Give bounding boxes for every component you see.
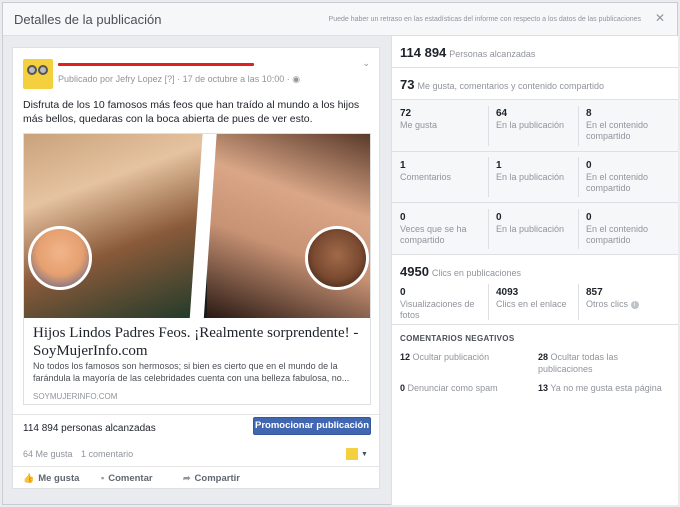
hide-all-posts: 28 Ocultar todas las publicaciones <box>538 352 619 374</box>
close-icon[interactable]: ✕ <box>655 11 665 25</box>
link-clicks: 4093 Clics en el enlace <box>496 287 567 309</box>
post-text: Disfruta de los 10 famosos más feos que … <box>23 99 360 125</box>
published-by-label: Publicado por <box>58 74 114 84</box>
likes-on-shares: 8 En el contenido compartido <box>586 108 649 141</box>
shares-total: 0 Veces que se ha compartido <box>400 212 467 245</box>
engagement-summary: 73 Me gusta, comentarios y contenido comp… <box>400 76 680 94</box>
info-icon[interactable]: i <box>630 300 639 309</box>
post-meta: Publicado por Jefry Lopez [?] · 17 de oc… <box>58 74 300 85</box>
divider <box>392 254 678 255</box>
comments-count[interactable]: 1 comentario <box>81 449 133 459</box>
inset-photo-left <box>28 226 92 290</box>
insights-panel: 114 894 Personas alcanzadas 73 Me gusta, c… <box>391 36 678 505</box>
delay-notice: Puede haber un retraso en las estadístic… <box>328 16 641 23</box>
photo-views: 0 Visualizaciones de fotos <box>400 287 475 320</box>
hide-post: 12 Ocultar publicación <box>400 352 490 362</box>
comment-button[interactable]: ▪ Comentar <box>101 473 153 484</box>
engagement-value: 73 <box>400 77 415 92</box>
page-avatar[interactable] <box>23 59 53 89</box>
link-domain: SOYMUJERINFO.COM <box>33 392 118 401</box>
divider <box>488 209 489 249</box>
likes-total: 72 Me gusta <box>400 108 438 130</box>
like-button[interactable]: 👍 Me gusta <box>23 473 79 484</box>
thumbs-up-icon: 👍 <box>23 473 35 483</box>
post-preview: Publicado por Jefry Lopez [?] · 17 de oc… <box>12 47 380 489</box>
clicks-summary: 4950 Clics en publicaciones <box>400 263 680 281</box>
comments-total: 1 Comentarios <box>400 160 452 182</box>
report-spam: 0 Denunciar como spam <box>400 383 498 393</box>
post-actions: 👍 Me gusta ▪ Comentar ➦ Compartir <box>13 466 379 488</box>
shares-on-post: 0 En la publicación <box>496 212 565 234</box>
comments-on-shares: 0 En el contenido compartido <box>586 160 649 193</box>
identity-selector[interactable]: ▼ <box>346 448 368 460</box>
negative-feedback-heading: COMENTARIOS NEGATIVOS <box>400 334 515 343</box>
reach-summary: 114 894 Personas alcanzadas <box>400 44 680 62</box>
divider <box>488 284 489 320</box>
divider <box>392 151 678 152</box>
post-date[interactable]: · 17 de octubre a las 10:00 · <box>177 74 290 84</box>
link-description: No todos los famosos son hermosos; si bi… <box>33 361 350 383</box>
clicks-label: Clics en publicaciones <box>431 268 521 278</box>
link-preview-image[interactable] <box>24 134 370 318</box>
other-clicks: 857 Otros clics i <box>586 287 668 310</box>
divider <box>392 324 678 325</box>
reach-text: 114 894 personas alcanzadas <box>23 423 156 434</box>
goggle-shape <box>27 65 37 75</box>
divider <box>392 202 678 203</box>
author-link[interactable]: Jefry Lopez <box>116 74 163 84</box>
divider <box>578 209 579 249</box>
divider <box>578 284 579 320</box>
redacted-page-name <box>58 63 254 66</box>
unlike-page: 13 Ya no me gusta esta página <box>538 383 662 393</box>
share-label: Compartir <box>194 473 240 484</box>
globe-icon: ◉ <box>292 74 301 84</box>
engagement-grid: 72 Me gusta 64 En la publicación 8 En el co… <box>392 99 678 254</box>
inset-photo-right <box>305 226 369 290</box>
divider <box>488 106 489 146</box>
comments-on-post: 1 En la publicación <box>496 160 565 182</box>
clicks-value: 4950 <box>400 264 429 279</box>
reach-bar: 114 894 personas alcanzadas Promocionar … <box>13 414 379 439</box>
reach-label: Personas alcanzadas <box>449 49 536 59</box>
goggle-shape <box>38 65 48 75</box>
promote-post-button[interactable]: Promocionar publicación <box>253 417 371 435</box>
link-preview-card[interactable]: Hijos Lindos Padres Feos. ¡Realmente sor… <box>23 133 371 405</box>
divider <box>488 157 489 197</box>
caret-down-icon: ▼ <box>361 451 368 458</box>
chevron-down-icon[interactable]: ⌄ <box>362 58 370 69</box>
like-label: Me gusta <box>38 473 80 484</box>
divider <box>392 99 678 100</box>
photo-right <box>207 134 370 318</box>
post-stats: 64 Me gusta 1 comentario <box>23 449 139 459</box>
comment-icon: ▪ <box>101 473 105 483</box>
link-title[interactable]: Hijos Lindos Padres Feos. ¡Realmente sor… <box>33 324 363 360</box>
dialog-title: Detalles de la publicación <box>14 12 162 27</box>
divider <box>392 67 678 68</box>
dialog-header: Detalles de la publicación Puede haber u… <box>3 3 677 36</box>
help-mark[interactable]: [?] <box>165 74 175 84</box>
shares-on-shares: 0 En el contenido compartido <box>586 212 649 245</box>
likes-on-post: 64 En la publicación <box>496 108 565 130</box>
divider <box>578 106 579 146</box>
reach-value: 114 894 <box>400 45 447 60</box>
photo-left <box>24 134 204 318</box>
engagement-label: Me gusta, comentarios y contenido compar… <box>417 81 605 91</box>
divider <box>578 157 579 197</box>
share-icon: ➦ <box>183 473 191 483</box>
comment-label: Comentar <box>108 473 153 484</box>
post-details-dialog: Detalles de la publicación Puede haber u… <box>2 2 678 505</box>
likes-count[interactable]: 64 Me gusta <box>23 449 73 459</box>
identity-avatar <box>346 448 358 460</box>
share-button[interactable]: ➦ Compartir <box>183 473 240 484</box>
